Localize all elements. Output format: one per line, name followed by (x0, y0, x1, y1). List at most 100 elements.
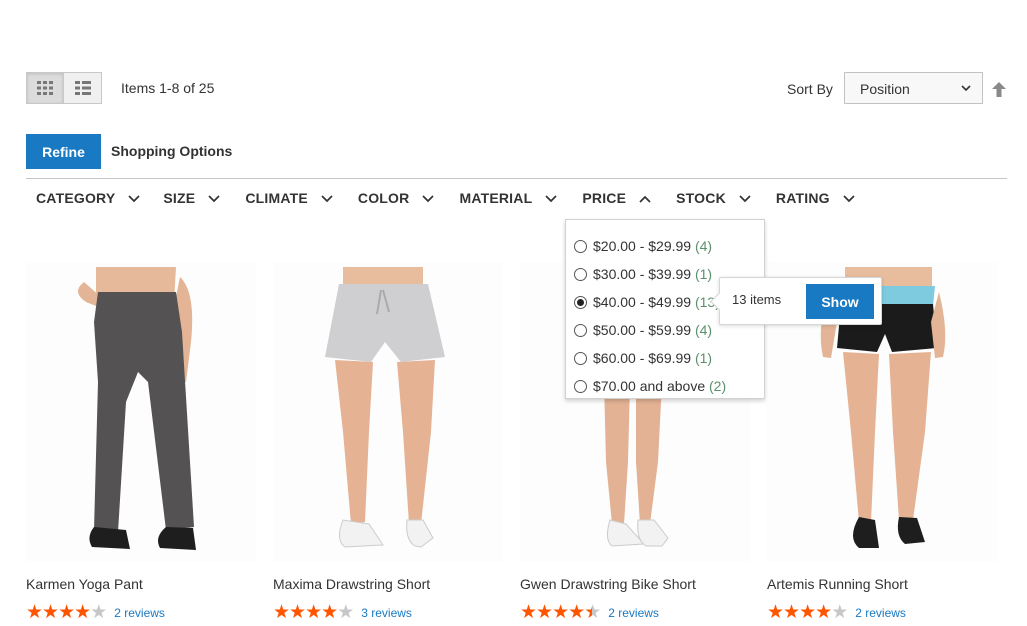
sort-by-label: Sort By (787, 81, 833, 97)
star-full-icon: ★ (289, 602, 306, 623)
filter-size[interactable]: SIZE (163, 190, 221, 206)
product-name[interactable]: Artemis Running Short (767, 576, 908, 592)
items-count: Items 1-8 of 25 (121, 80, 215, 96)
star-full-icon: ★ (305, 602, 322, 623)
filter-color[interactable]: COLOR (358, 190, 436, 206)
show-results-button[interactable]: Show (806, 284, 874, 319)
star-full-icon: ★ (74, 602, 91, 623)
price-option-label: $40.00 - $49.99 (593, 294, 692, 310)
product-image[interactable] (273, 262, 503, 562)
price-option-count: (1) (694, 350, 713, 366)
star-full-icon: ★ (273, 602, 290, 623)
product-item: Karmen Yoga Pant ★★★★★ 2 reviews (26, 262, 256, 622)
shopping-options-title: Shopping Options (111, 143, 233, 159)
product-item: Maxima Drawstring Short ★★★★★ 3 reviews (273, 262, 503, 622)
results-count: 13 items (732, 292, 782, 307)
price-option[interactable]: $60.00 - $69.99 (1) (566, 344, 764, 372)
rating-stars: ★★★★★ (26, 602, 107, 623)
star-full-icon: ★ (815, 602, 832, 623)
radio-button[interactable] (574, 267, 587, 281)
star-full-icon: ★ (568, 602, 585, 623)
star-full-icon: ★ (520, 602, 537, 623)
filter-label: RATING (775, 190, 830, 206)
product-rating: ★★★★★ 3 reviews (273, 603, 412, 622)
filter-stock[interactable]: STOCK (676, 190, 752, 206)
chevron-down-icon (545, 195, 557, 203)
yoga-pant-photo (26, 262, 256, 562)
divider (26, 178, 1007, 179)
star-full-icon: ★ (536, 602, 553, 623)
refine-button[interactable]: Refine (26, 134, 101, 169)
star-full-icon: ★ (26, 602, 43, 623)
sort-direction-arrow-icon[interactable] (992, 82, 1006, 97)
filter-rating[interactable]: RATING (776, 190, 856, 206)
price-option-count: (1) (694, 266, 713, 282)
filter-label: CATEGORY (36, 190, 116, 206)
filter-label: MATERIAL (459, 190, 533, 206)
rating-stars: ★★★★★ (767, 602, 848, 623)
view-mode-switcher (26, 72, 102, 104)
filter-results-popup: 13 items Show (719, 277, 882, 325)
list-icon (74, 81, 91, 95)
radio-button[interactable] (574, 239, 587, 253)
chevron-down-icon (739, 195, 751, 203)
sort-select[interactable]: Position (844, 72, 983, 104)
reviews-link[interactable]: 3 reviews (361, 606, 412, 620)
star-full-icon: ★ (321, 602, 338, 623)
rating-stars: ★★★★★ (273, 602, 354, 623)
price-option[interactable]: $20.00 - $29.99 (4) (566, 232, 764, 260)
chevron-down-icon (321, 195, 333, 203)
price-option-label: $20.00 - $29.99 (593, 238, 692, 254)
filter-label: CLIMATE (245, 190, 308, 206)
filter-label: STOCK (676, 190, 726, 206)
filter-category[interactable]: CATEGORY (36, 190, 141, 206)
product-image[interactable] (26, 262, 256, 562)
filter-price[interactable]: PRICE (582, 190, 652, 206)
drawstring-short-photo (273, 262, 503, 562)
sort-select-value: Position (860, 81, 910, 97)
product-name[interactable]: Maxima Drawstring Short (273, 576, 430, 592)
reviews-link[interactable]: 2 reviews (855, 606, 906, 620)
reviews-link[interactable]: 2 reviews (608, 606, 659, 620)
product-name[interactable]: Gwen Drawstring Bike Short (520, 576, 696, 592)
price-option[interactable]: $70.00 and above (2) (566, 372, 764, 400)
chevron-up-icon (639, 195, 651, 203)
price-option-count: (2) (709, 378, 727, 394)
radio-button[interactable] (574, 351, 587, 365)
star-half-icon: ★ (584, 602, 601, 623)
price-option-count: (4) (694, 322, 713, 338)
chevron-down-icon (128, 195, 140, 203)
price-option-label: $50.00 - $59.99 (593, 322, 692, 338)
chevron-down-icon (422, 195, 435, 203)
price-option-count: (4) (694, 238, 713, 254)
grid-view-button[interactable] (26, 72, 64, 104)
price-option-label: $70.00 and above (593, 378, 706, 394)
star-full-icon: ★ (552, 602, 569, 623)
filter-label: SIZE (163, 190, 196, 206)
list-view-button[interactable] (64, 72, 102, 104)
chevron-down-icon (961, 85, 971, 92)
rating-stars: ★★★★★ (520, 602, 601, 623)
filter-material[interactable]: MATERIAL (459, 190, 558, 206)
radio-button[interactable] (574, 323, 587, 337)
filter-label: COLOR (357, 190, 410, 206)
price-option-label: $60.00 - $69.99 (593, 350, 692, 366)
product-rating: ★★★★★ 2 reviews (520, 603, 659, 622)
product-name[interactable]: Karmen Yoga Pant (26, 576, 143, 592)
star-full-icon: ★ (799, 602, 816, 623)
grid-icon (37, 81, 53, 95)
product-rating: ★★★★★ 2 reviews (26, 603, 165, 622)
filter-climate[interactable]: CLIMATE (245, 190, 334, 206)
radio-button-selected[interactable] (574, 295, 587, 309)
filter-bar: CATEGORY SIZE CLIMATE COLOR MATERIAL PRI… (36, 190, 856, 206)
star-full-icon: ★ (783, 602, 800, 623)
star-full-icon: ★ (767, 602, 784, 623)
radio-button[interactable] (574, 379, 587, 393)
chevron-down-icon (208, 195, 220, 203)
star-empty-icon: ★ (90, 602, 107, 623)
filter-label: PRICE (582, 190, 627, 206)
star-empty-icon: ★ (831, 602, 848, 623)
reviews-link[interactable]: 2 reviews (114, 606, 165, 620)
product-rating: ★★★★★ 2 reviews (767, 603, 906, 622)
star-full-icon: ★ (42, 602, 59, 623)
